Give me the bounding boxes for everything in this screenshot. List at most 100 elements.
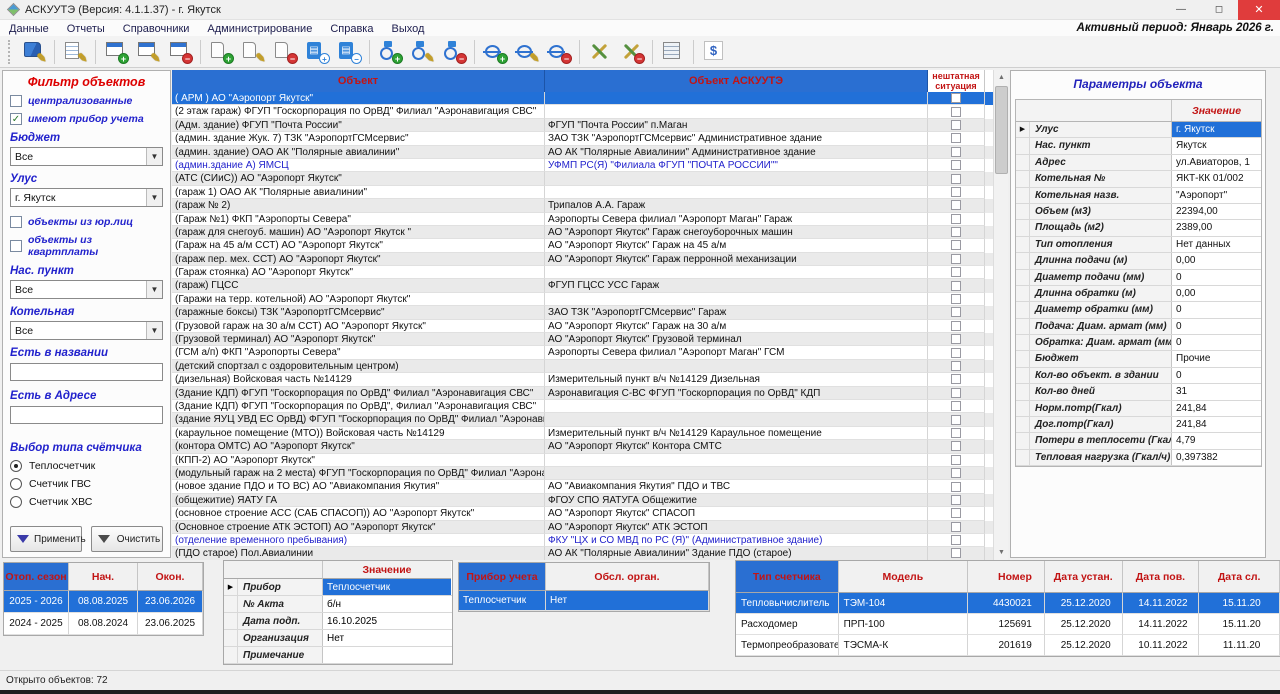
parameter-row[interactable]: Площадь (м2)2389,00 [1016,220,1261,236]
tools-icon[interactable] [586,39,614,65]
parameter-value[interactable]: ул.Авиаторов, 1 [1172,155,1261,170]
meter-column-header[interactable]: Прибор учета [459,563,546,591]
checkbox-has-meter[interactable]: ✓ имеют прибор учета [10,113,163,125]
emergency-checkbox[interactable] [951,361,961,371]
parameter-row[interactable]: Котельная назв."Аэропорт" [1016,188,1261,204]
object-cell[interactable]: (Грузовой гараж на 30 а/м ССТ) АО "Аэроп… [172,320,545,333]
object-cell[interactable]: (дизельная) Войсковая часть №14129 [172,373,545,386]
object-cell[interactable]: (Гараж стоянка) АО "Аэропорт Якутск" [172,266,545,279]
device-row[interactable]: ОрганизацияНет [224,630,452,647]
table-row[interactable]: (Гараж на 45 а/м ССТ) АО "Аэропорт Якутс… [172,239,1008,252]
askuute-cell[interactable]: АО "Аэропорт Якутск" СПАСОП [545,507,928,520]
toolbar-grip[interactable] [8,40,12,64]
table-row[interactable]: (караульное помещение (МТО)) Войсковая ч… [172,427,1008,440]
object-cell[interactable]: (модульный гараж на 2 места) ФГУП "Госко… [172,467,545,480]
counter-row[interactable]: ТермопреобразовательТЭСМА-К20161925.12.2… [736,635,1280,656]
emergency-checkbox[interactable] [951,200,961,210]
parameter-value[interactable]: 0 [1172,302,1261,317]
table-row[interactable]: (админ. здание Жук. 7) ТЗК "АэропортГСМс… [172,132,1008,145]
askuute-cell[interactable]: АО "Аэропорт Якутск" Гараж на 45 а/м [545,239,928,252]
askuute-cell[interactable] [545,360,928,373]
object-cell[interactable]: (отделение временного пребывания) [172,534,545,547]
askuute-cell[interactable]: УФМП РС(Я) "Филиала ФГУП "ПОЧТА РОССИИ"" [545,159,928,172]
parameter-row[interactable]: Кол-во дней31 [1016,384,1261,400]
object-cell[interactable]: (ГСМ а/п) ФКП "Аэропорты Севера" [172,346,545,359]
askuute-cell[interactable]: Измерительный пункт в/ч №14129 Караульно… [545,427,928,440]
emergency-checkbox[interactable] [951,174,961,184]
askuute-cell[interactable]: АО "Аэропорт Якутск" Контора СМТС [545,440,928,453]
object-cell[interactable]: (общежитие) ЯАТУ ГА [172,494,545,507]
table-row[interactable]: (ГСМ а/п) ФКП "Аэропорты Севера"Аэропорт… [172,346,1008,359]
object-cell[interactable]: (Основное строение АТК ЭСТОП) АО "Аэропо… [172,521,545,534]
parameter-value[interactable]: 0 [1172,335,1261,350]
counter-column-header[interactable]: Номер [968,561,1045,593]
emergency-checkbox[interactable] [951,522,961,532]
parameter-row[interactable]: Тип отопленияНет данных [1016,237,1261,253]
askuute-cell[interactable]: ФКУ "ЦХ и СО МВД по РС (Я)" (Администрат… [545,534,928,547]
chevron-down-icon[interactable]: ▼ [146,281,162,298]
object-cell[interactable]: (Гараж №1) ФКП "Аэропорты Севера" [172,213,545,226]
doc-detach-icon[interactable]: ▤− [335,39,363,65]
askuute-cell[interactable]: ФГУП "Почта России" п.Маган [545,119,928,132]
emergency-checkbox[interactable] [951,160,961,170]
parameter-row[interactable]: Обратка: Диам. армат (мм)0 [1016,335,1261,351]
table-row[interactable]: (гараж № 2)Трипалов А.А. Гараж [172,199,1008,212]
askuute-cell[interactable]: Аэропорты Севера филиал "Аэропорт Маган"… [545,213,928,226]
currency-icon[interactable]: $ [700,39,728,65]
table-row[interactable]: (гараж пер. мех. ССТ) АО "Аэропорт Якутс… [172,253,1008,266]
parameter-row[interactable]: Длинна обратки (м)0,00 [1016,286,1261,302]
grid-icon[interactable] [659,39,687,65]
askuute-cell[interactable] [545,454,928,467]
askuute-cell[interactable] [545,400,928,413]
report-edit-icon[interactable]: ✎ [61,39,89,65]
parameter-value[interactable]: 241,84 [1172,401,1261,416]
menu-item[interactable]: Отчеты [58,23,114,35]
parameter-value[interactable]: 22394,00 [1172,204,1261,219]
emergency-checkbox[interactable] [951,548,961,558]
object-add-icon[interactable]: + [207,39,235,65]
parameter-row[interactable]: Диаметр подачи (мм)0 [1016,270,1261,286]
parameter-row[interactable]: Диаметр обратки (мм)0 [1016,302,1261,318]
table-add-icon[interactable]: + [102,39,130,65]
object-cell[interactable]: (админ. здание) ОАО АК "Полярные авиалин… [172,146,545,159]
menu-item[interactable]: Данные [0,23,58,35]
askuute-cell[interactable]: АО "Аэропорт Якутск" Грузовой терминал [545,333,928,346]
apply-button[interactable]: Применить [10,526,82,552]
emergency-checkbox[interactable] [951,415,961,425]
address-filter-input[interactable] [10,406,163,424]
object-cell[interactable]: (Грузовой терминал) АО "Аэропорт Якутск" [172,333,545,346]
device-value[interactable] [323,647,451,663]
budget-dropdown[interactable]: Все ▼ [10,147,163,166]
parameter-value[interactable]: 0 [1172,319,1261,334]
parameter-value[interactable]: Якутск [1172,138,1261,153]
askuute-cell[interactable]: Трипалов А.А. Гараж [545,199,928,212]
object-cell[interactable]: (гаражные боксы) ТЗК "АэропортГСМсервис" [172,306,545,319]
table-row[interactable]: (основное строение АСС (САБ СПАСОП)) АО … [172,507,1008,520]
askuute-cell[interactable]: Аэронавигация С-ВС ФГУП "Госкорпорация п… [545,387,928,400]
menu-item[interactable]: Справка [321,23,382,35]
object-cell[interactable]: (гараж № 2) [172,199,545,212]
device-value[interactable]: Нет [323,630,451,646]
device-value[interactable]: б/н [323,596,451,612]
table-row[interactable]: (админ.здание А) ЯМСЦУФМП РС(Я) "Филиала… [172,159,1008,172]
parameter-value[interactable]: 0,00 [1172,286,1261,301]
table-row[interactable]: (отделение временного пребывания)ФКУ "ЦХ… [172,534,1008,547]
scroll-up-icon[interactable]: ▲ [994,70,1009,85]
column-header-emergency[interactable]: нештатная ситуация [928,70,985,92]
device-row[interactable]: ▶ПриборТеплосчетчик [224,579,452,596]
counter-column-header[interactable]: Дата устан. [1045,561,1123,593]
table-row[interactable]: (гаражные боксы) ТЗК "АэропортГСМсервис"… [172,306,1008,319]
table-row[interactable]: (АТС (СИиС)) АО "Аэропорт Якутск" [172,172,1008,185]
parameter-value[interactable]: Нет данных [1172,237,1261,252]
parameter-row[interactable]: Адресул.Авиаторов, 1 [1016,155,1261,171]
season-row[interactable]: 2025 - 202608.08.202523.06.2026 [4,591,203,613]
object-cell[interactable]: (Здание КДП) ФГУП "Госкорпорация по ОрВД… [172,400,545,413]
parameter-value[interactable]: "Аэропорт" [1172,188,1261,203]
name-filter-input[interactable] [10,363,163,381]
season-column-header[interactable]: Отоп. сезон [4,563,69,591]
emergency-checkbox[interactable] [951,428,961,438]
emergency-checkbox[interactable] [951,281,961,291]
object-cell[interactable]: (ПДО старое) Пол.Авиалинии [172,547,545,560]
radio-icon[interactable] [10,496,22,508]
askuute-cell[interactable]: Аэропорты Севера филиал "Аэропорт Маган"… [545,346,928,359]
